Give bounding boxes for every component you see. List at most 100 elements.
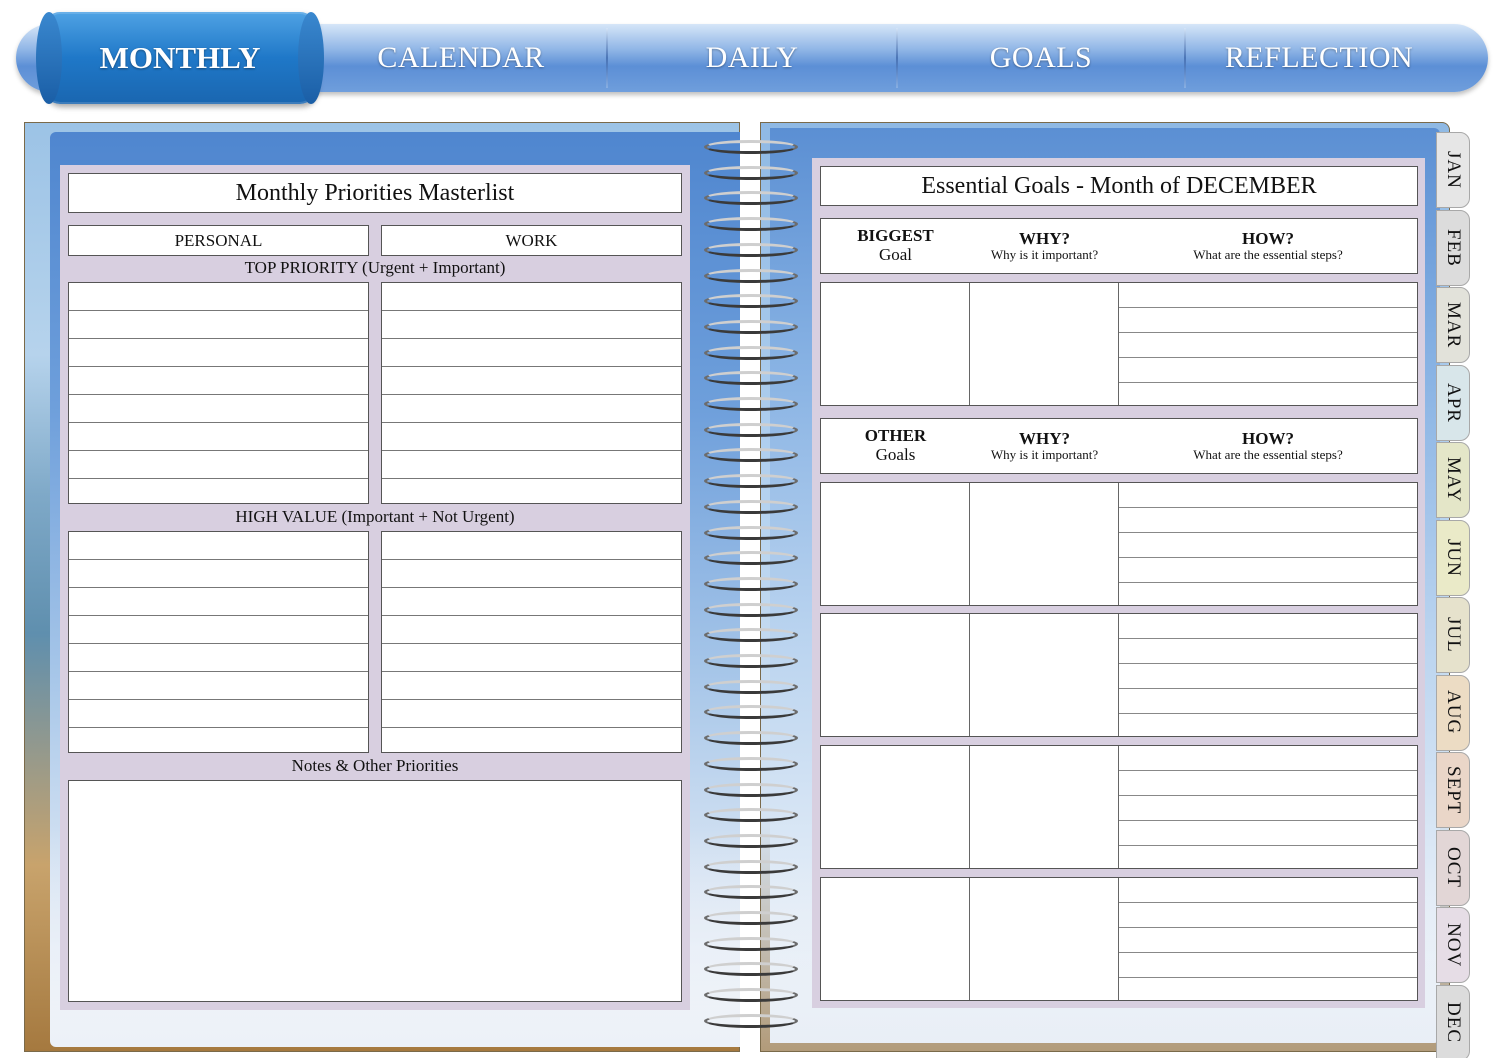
month-tab-label: AUG bbox=[1443, 690, 1464, 735]
high-value-work-lines[interactable] bbox=[381, 531, 682, 753]
biggest-goal-row[interactable] bbox=[820, 282, 1418, 406]
tab-monthly-label: MONTHLY bbox=[99, 40, 261, 75]
how-lines[interactable] bbox=[1119, 614, 1417, 736]
spiral-coil bbox=[704, 911, 798, 925]
why-cell[interactable] bbox=[970, 483, 1119, 605]
goal-cell[interactable] bbox=[821, 878, 970, 1000]
spiral-coil bbox=[704, 268, 798, 283]
spiral-coil bbox=[704, 628, 798, 643]
month-tab-label: MAR bbox=[1443, 301, 1464, 349]
high-value-personal-lines[interactable] bbox=[68, 531, 369, 753]
why-sub-label: Why is it important? bbox=[990, 247, 1099, 263]
work-column-header: WORK bbox=[381, 225, 682, 256]
priorities-title: Monthly Priorities Masterlist bbox=[68, 173, 682, 213]
month-tab-jun[interactable]: JUN bbox=[1436, 519, 1470, 596]
month-tab-mar[interactable]: MAR bbox=[1436, 287, 1470, 363]
why-label: WHY? bbox=[1019, 228, 1070, 248]
goal-cell[interactable] bbox=[821, 483, 970, 605]
month-tab-label: JUL bbox=[1443, 617, 1464, 653]
month-tab-sept[interactable]: SEPT bbox=[1436, 752, 1470, 828]
month-tab-label: JUN bbox=[1443, 538, 1464, 577]
other-goal-row[interactable] bbox=[820, 745, 1418, 869]
why-cell[interactable] bbox=[970, 614, 1119, 736]
how-heading: HOW? What are the essential steps? bbox=[1119, 419, 1417, 473]
spiral-coil bbox=[704, 705, 798, 720]
month-tab-jan[interactable]: JAN bbox=[1436, 132, 1470, 208]
other-goal-row[interactable] bbox=[820, 877, 1418, 1001]
other-label: OTHER bbox=[864, 426, 927, 446]
notes-area[interactable] bbox=[68, 780, 682, 1002]
month-tab-nov[interactable]: NOV bbox=[1436, 907, 1470, 983]
month-tab-apr[interactable]: APR bbox=[1436, 364, 1470, 441]
spiral-coil bbox=[704, 679, 798, 694]
goal-cell[interactable] bbox=[821, 283, 970, 405]
month-tab-label: OCT bbox=[1443, 847, 1464, 888]
top-priority-personal-lines[interactable] bbox=[68, 282, 369, 504]
goal-cell[interactable] bbox=[821, 746, 970, 868]
spiral-coil bbox=[704, 242, 798, 257]
tab-goals[interactable]: GOALS bbox=[898, 24, 1184, 92]
spiral-coil bbox=[704, 731, 798, 746]
spiral-coil bbox=[704, 962, 798, 977]
how-label: HOW? bbox=[1242, 428, 1294, 448]
other-sub-label: Goals bbox=[875, 445, 916, 464]
spiral-coil bbox=[704, 551, 798, 566]
spiral-coil bbox=[704, 885, 798, 900]
month-tab-feb[interactable]: FEB bbox=[1436, 209, 1470, 286]
spiral-coil bbox=[704, 525, 798, 540]
spiral-coil bbox=[704, 217, 798, 232]
month-tab-may[interactable]: MAY bbox=[1436, 442, 1470, 518]
how-lines[interactable] bbox=[1119, 746, 1417, 868]
spiral-coil bbox=[704, 576, 798, 591]
tab-reflection[interactable]: REFLECTION bbox=[1186, 24, 1452, 92]
month-tab-aug[interactable]: AUG bbox=[1436, 674, 1470, 751]
how-lines[interactable] bbox=[1119, 283, 1417, 405]
goal-cell[interactable] bbox=[821, 614, 970, 736]
spiral-coil bbox=[704, 397, 798, 411]
other-goal-row[interactable] bbox=[820, 613, 1418, 737]
other-goals-header: OTHER Goals WHY? Why is it important? HO… bbox=[820, 418, 1418, 474]
how-lines[interactable] bbox=[1119, 878, 1417, 1000]
biggest-label: BIGGEST bbox=[857, 226, 934, 246]
biggest-goal-header: BIGGEST Goal WHY? Why is it important? H… bbox=[820, 218, 1418, 274]
why-cell[interactable] bbox=[970, 878, 1119, 1000]
spiral-coil bbox=[704, 1013, 798, 1028]
why-heading: WHY? Why is it important? bbox=[970, 419, 1119, 473]
high-value-label: HIGH VALUE (Important + Not Urgent) bbox=[235, 507, 515, 526]
biggest-goal-heading: BIGGEST Goal bbox=[821, 219, 970, 273]
notes-label: Notes & Other Priorities bbox=[291, 756, 459, 775]
other-goal-row[interactable] bbox=[820, 482, 1418, 606]
spiral-binding bbox=[700, 132, 800, 1042]
spiral-coil bbox=[704, 936, 798, 951]
spiral-coil bbox=[704, 474, 798, 489]
month-tab-label: JAN bbox=[1443, 151, 1464, 189]
why-heading: WHY? Why is it important? bbox=[970, 219, 1119, 273]
spiral-coil bbox=[704, 988, 798, 1003]
how-sub-label: What are the essential steps? bbox=[1193, 247, 1343, 263]
why-cell[interactable] bbox=[970, 283, 1119, 405]
why-cell[interactable] bbox=[970, 746, 1119, 868]
goals-title: Essential Goals - Month of DECEMBER bbox=[820, 166, 1418, 206]
tab-monthly[interactable]: MONTHLY bbox=[36, 12, 324, 104]
how-heading: HOW? What are the essential steps? bbox=[1119, 219, 1417, 273]
why-sub-label: Why is it important? bbox=[990, 447, 1099, 463]
spiral-coil bbox=[704, 294, 798, 309]
month-tab-dec[interactable]: DEC bbox=[1436, 984, 1470, 1058]
spiral-coil bbox=[704, 782, 798, 797]
spiral-coil bbox=[704, 345, 798, 360]
spiral-coil bbox=[704, 191, 798, 206]
month-tab-label: MAY bbox=[1443, 457, 1464, 503]
top-priority-label: TOP PRIORITY (Urgent + Important) bbox=[244, 258, 506, 277]
spiral-coil bbox=[704, 654, 798, 668]
month-tab-jul[interactable]: JUL bbox=[1436, 597, 1470, 673]
month-tab-label: SEPT bbox=[1443, 765, 1464, 815]
biggest-sub-label: Goal bbox=[878, 245, 913, 264]
spiral-coil bbox=[704, 371, 798, 386]
month-tab-oct[interactable]: OCT bbox=[1436, 829, 1470, 906]
tab-calendar[interactable]: CALENDAR bbox=[316, 24, 606, 92]
how-lines[interactable] bbox=[1119, 483, 1417, 605]
tab-daily[interactable]: DAILY bbox=[608, 24, 896, 92]
month-tab-label: NOV bbox=[1443, 922, 1464, 968]
month-tab-label: APR bbox=[1443, 382, 1464, 423]
top-priority-work-lines[interactable] bbox=[381, 282, 682, 504]
